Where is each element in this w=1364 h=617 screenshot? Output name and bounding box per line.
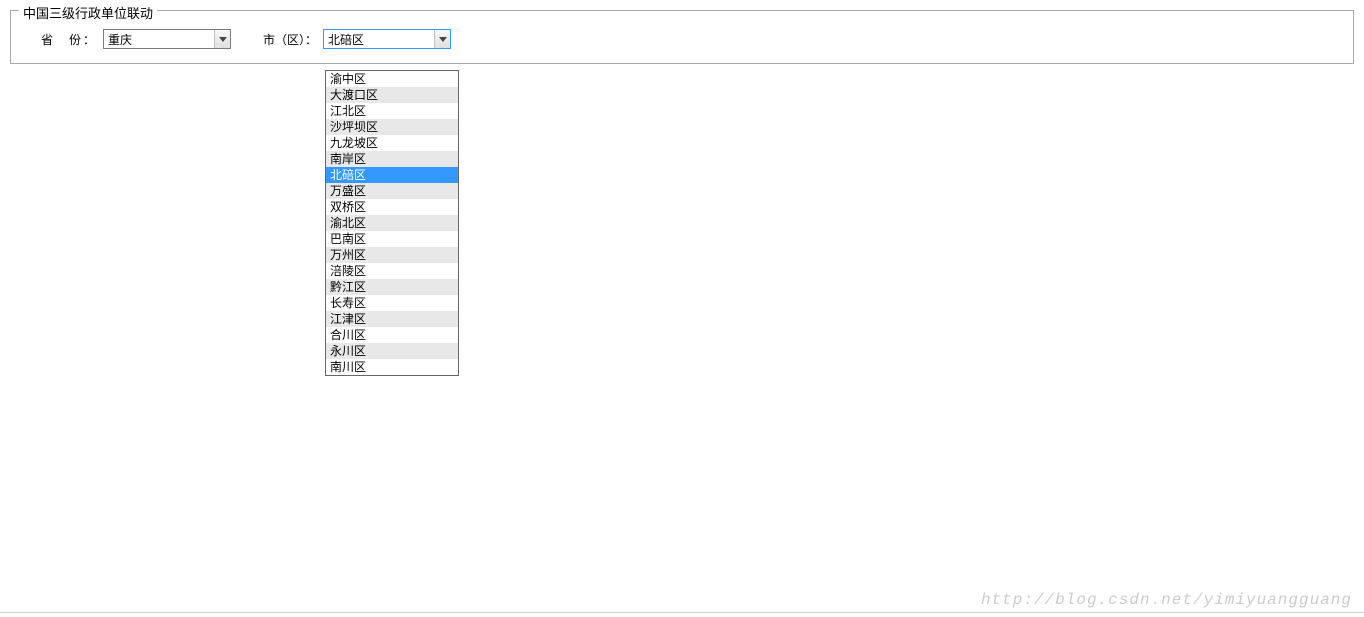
city-select-value: 北碚区: [328, 31, 364, 48]
dropdown-option[interactable]: 沙坪坝区: [326, 119, 458, 135]
city-dropdown-list[interactable]: 渝中区大渡口区江北区沙坪坝区九龙坡区南岸区北碚区万盛区双桥区渝北区巴南区万州区涪…: [325, 70, 459, 376]
fieldset-legend: 中国三级行政单位联动: [19, 3, 157, 22]
dropdown-option[interactable]: 永川区: [326, 343, 458, 359]
chevron-down-icon: [434, 30, 450, 48]
dropdown-option[interactable]: 江北区: [326, 103, 458, 119]
dropdown-option[interactable]: 北碚区: [326, 167, 458, 183]
chevron-down-icon: [214, 30, 230, 48]
province-label: 省 份：: [41, 31, 97, 48]
dropdown-option[interactable]: 九龙坡区: [326, 135, 458, 151]
footer-divider: [0, 612, 1364, 613]
dropdown-option[interactable]: 黔江区: [326, 279, 458, 295]
province-select-value: 重庆: [108, 31, 132, 48]
dropdown-option[interactable]: 大渡口区: [326, 87, 458, 103]
dropdown-option[interactable]: 涪陵区: [326, 263, 458, 279]
dropdown-option[interactable]: 合川区: [326, 327, 458, 343]
dropdown-option[interactable]: 江津区: [326, 311, 458, 327]
fieldset-region-linkage: 中国三级行政单位联动 省 份： 重庆 市（区）： 北碚区: [10, 10, 1354, 64]
dropdown-option[interactable]: 南川区: [326, 359, 458, 375]
dropdown-option[interactable]: 渝北区: [326, 215, 458, 231]
dropdown-option[interactable]: 南岸区: [326, 151, 458, 167]
form-row: 省 份： 重庆 市（区）： 北碚区: [11, 11, 1353, 63]
dropdown-option[interactable]: 巴南区: [326, 231, 458, 247]
city-label: 市（区）：: [263, 31, 317, 48]
dropdown-option[interactable]: 万盛区: [326, 183, 458, 199]
dropdown-option[interactable]: 双桥区: [326, 199, 458, 215]
watermark-text: http://blog.csdn.net/yimiyuangguang: [981, 591, 1352, 609]
dropdown-option[interactable]: 渝中区: [326, 71, 458, 87]
city-select[interactable]: 北碚区: [323, 29, 451, 49]
dropdown-option[interactable]: 长寿区: [326, 295, 458, 311]
dropdown-option[interactable]: 万州区: [326, 247, 458, 263]
province-select[interactable]: 重庆: [103, 29, 231, 49]
